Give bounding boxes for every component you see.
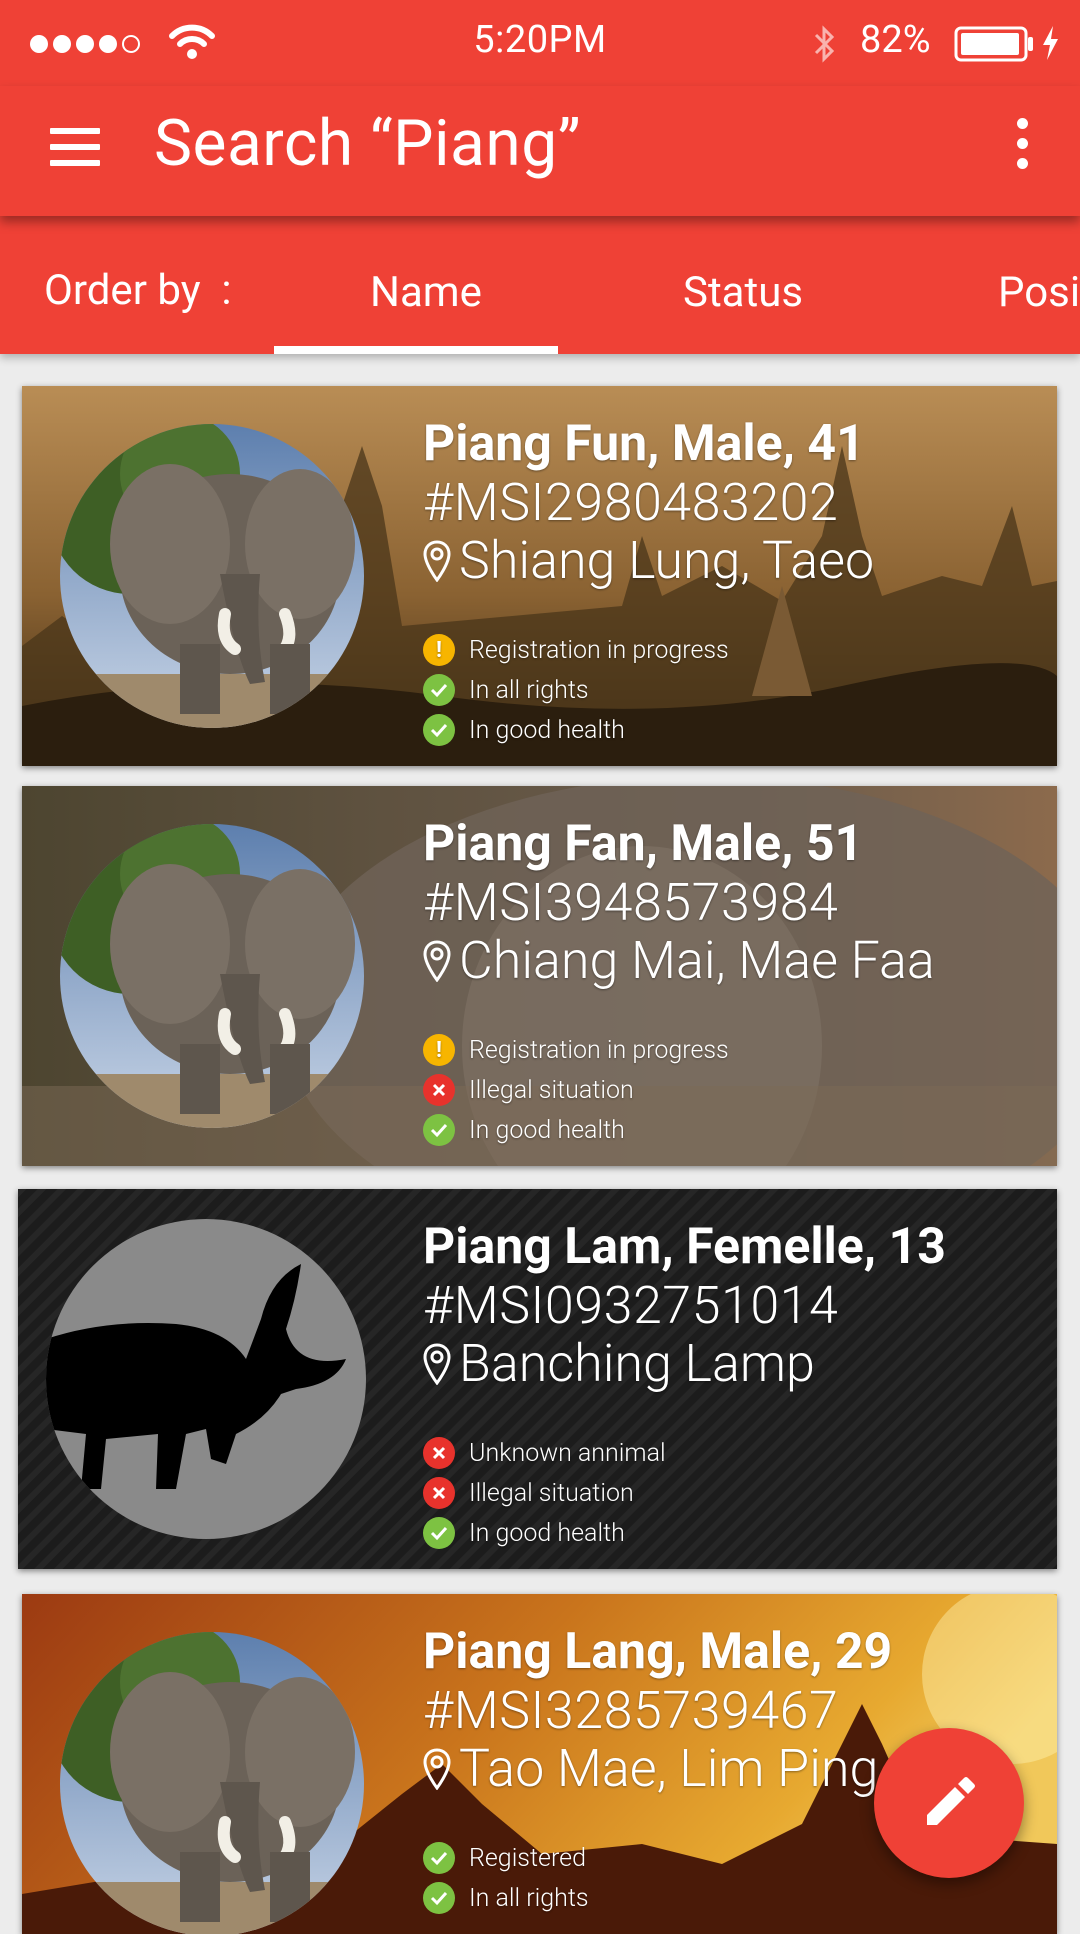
elephant-id: #MSI3948573984 — [423, 872, 839, 933]
elephant-avatar — [60, 824, 364, 1128]
battery-icon — [954, 26, 1033, 62]
status-text: Registration in progress — [469, 635, 729, 665]
status-text: Illegal situation — [469, 1478, 634, 1508]
battery-percentage: 82% — [860, 18, 931, 62]
error-x-icon — [423, 1437, 455, 1469]
status-item: In good health — [423, 1513, 1047, 1553]
elephant-card[interactable]: Piang Fan, Male, 51 #MSI3948573984 Chian… — [22, 786, 1057, 1166]
status-item: In good health — [423, 1110, 1047, 1150]
checkmark-icon — [423, 1882, 455, 1914]
elephant-card[interactable]: Piang Fun, Male, 41 #MSI2980483202 Shian… — [22, 386, 1057, 766]
page-title: Search “Piang” — [154, 106, 581, 181]
location-pin-icon — [423, 540, 451, 582]
error-x-icon — [423, 1074, 455, 1106]
menu-icon[interactable] — [50, 122, 102, 174]
location-pin-icon — [423, 940, 451, 982]
tab-position[interactable]: Posi — [998, 268, 1080, 317]
status-text: In good health — [469, 1115, 625, 1145]
elephant-location: Shiang Lung, Taeo — [423, 532, 1047, 590]
location-text: Chiang Mai, Mae Faa — [459, 930, 935, 991]
checkmark-icon — [423, 674, 455, 706]
status-text: In all rights — [469, 675, 589, 705]
location-text: Shiang Lung, Taeo — [459, 530, 875, 591]
warning-icon: ! — [423, 634, 455, 666]
elephant-avatar-placeholder — [46, 1219, 366, 1539]
bluetooth-icon — [814, 25, 835, 63]
elephant-id: #MSI2980483202 — [423, 472, 839, 533]
status-bar: 5:20PM 82% — [0, 0, 1080, 86]
warning-icon: ! — [423, 1034, 455, 1066]
charging-icon — [1043, 26, 1058, 60]
error-x-icon — [423, 1477, 455, 1509]
status-text: In good health — [469, 1518, 625, 1548]
order-by-label: Order by : — [44, 266, 232, 315]
more-vert-icon[interactable] — [1010, 114, 1034, 174]
tab-selected-indicator — [274, 346, 558, 354]
status-text: Unknown annimal — [469, 1438, 666, 1468]
checkmark-icon — [423, 1517, 455, 1549]
elephant-location: Chiang Mai, Mae Faa — [423, 932, 1047, 990]
edit-fab-button[interactable] — [874, 1728, 1024, 1878]
status-list: Unknown annimal Illegal situation In goo… — [423, 1433, 1047, 1553]
elephant-avatar — [60, 424, 364, 728]
elephant-name: Piang Fun, Male, 41 — [423, 415, 865, 473]
app-bar: Search “Piang” — [0, 86, 1080, 216]
tab-name[interactable]: Name — [370, 268, 482, 317]
elephant-avatar — [60, 1632, 364, 1934]
location-text: Banching Lamp — [459, 1333, 815, 1394]
tab-status[interactable]: Status — [683, 268, 803, 317]
checkmark-icon — [423, 1842, 455, 1874]
status-item: Unknown annimal — [423, 1433, 1047, 1473]
status-text: In good health — [469, 715, 625, 745]
status-list: ! Registration in progress Illegal situa… — [423, 1030, 1047, 1150]
status-text: Illegal situation — [469, 1075, 634, 1105]
status-item: In all rights — [423, 1878, 1047, 1918]
elephant-card[interactable]: Piang Lam, Femelle, 13 #MSI0932751014 Ba… — [18, 1189, 1057, 1569]
status-list: ! Registration in progress In all rights… — [423, 630, 1047, 750]
elephant-name: Piang Fan, Male, 51 — [423, 815, 864, 873]
status-item: ! Registration in progress — [423, 1030, 1047, 1070]
status-text: In all rights — [469, 1883, 589, 1913]
elephant-id: #MSI0932751014 — [423, 1275, 839, 1336]
location-pin-icon — [423, 1748, 451, 1790]
order-by-bar: Order by : Name Status Posi — [0, 216, 1080, 354]
status-item: In all rights — [423, 670, 1047, 710]
status-item: Illegal situation — [423, 1070, 1047, 1110]
status-text: Registration in progress — [469, 1035, 729, 1065]
status-item: ! Registration in progress — [423, 630, 1047, 670]
elephant-name: Piang Lang, Male, 29 — [423, 1623, 893, 1681]
location-pin-icon — [423, 1343, 451, 1385]
elephant-location: Banching Lamp — [423, 1335, 1047, 1393]
checkmark-icon — [423, 1114, 455, 1146]
location-text: Tao Mae, Lim Ping — [459, 1738, 879, 1799]
status-item: In good health — [423, 710, 1047, 750]
status-item: Illegal situation — [423, 1473, 1047, 1513]
status-text: Registered — [469, 1843, 586, 1873]
elephant-name: Piang Lam, Femelle, 13 — [423, 1218, 946, 1276]
checkmark-icon — [423, 714, 455, 746]
edit-pencil-icon — [927, 1777, 975, 1825]
